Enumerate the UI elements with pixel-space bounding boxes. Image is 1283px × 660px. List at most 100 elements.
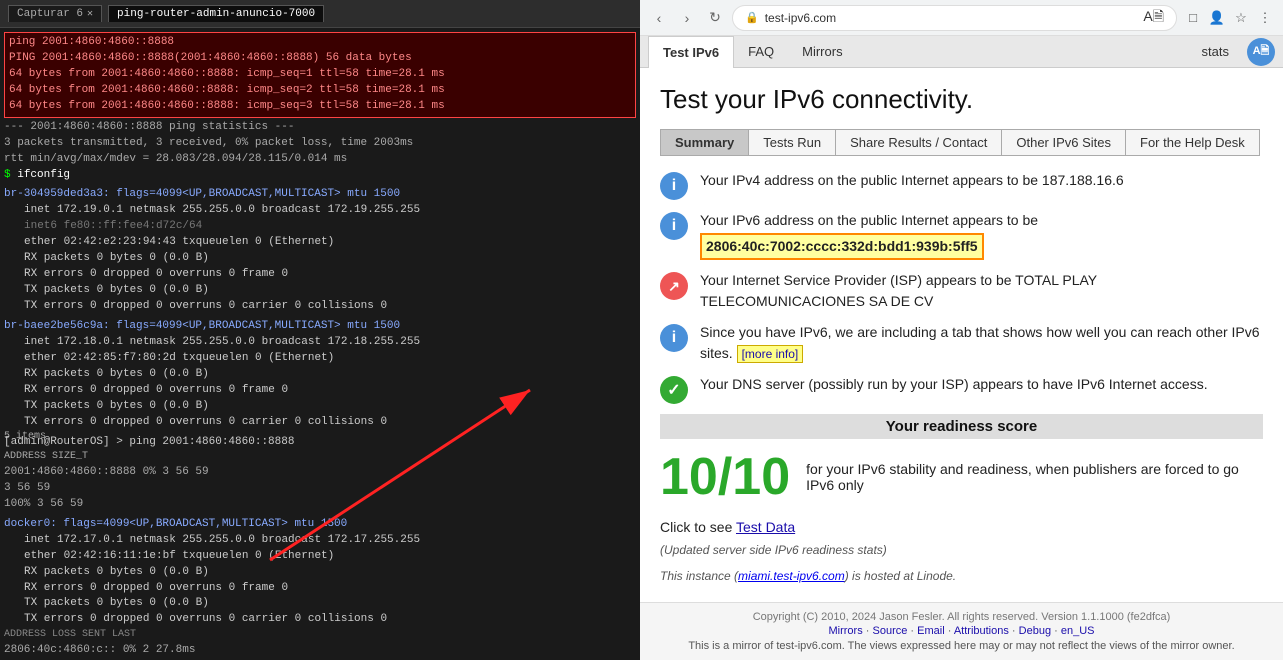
content-tab-share[interactable]: Share Results / Contact <box>836 130 1002 155</box>
readiness-header: Your readiness score <box>660 414 1263 439</box>
table-header: ADDRESS SIZE_T <box>4 450 636 465</box>
info-text-ipv4: Your IPv4 address on the public Internet… <box>700 170 1124 191</box>
content-tab-summary[interactable]: Summary <box>661 130 749 155</box>
table-row-3: 100% 3 56 59 <box>4 497 636 513</box>
info-item-isp: ↗ Your Internet Service Provider (ISP) a… <box>660 270 1263 312</box>
footer-copyright: Copyright (C) 2010, 2024 Jason Fesler. A… <box>652 611 1271 623</box>
loss-table-header: ADDRESS LOSS SENT LAST <box>4 628 636 643</box>
browser-pane: ‹ › ↻ 🔒 test-ipv6.com A🗎 □ 👤 ☆ ⋮ Test IP… <box>640 0 1283 660</box>
iface-docker0-rxerr: RX errors 0 dropped 0 overruns 0 frame 0 <box>4 581 636 597</box>
browser-toolbar: □ 👤 ☆ ⋮ <box>1183 8 1275 28</box>
ping-block: ping 2001:4860:4860::8888 PING 2001:4860… <box>4 32 636 118</box>
test-data-line: Click to see Test Data <box>660 519 1263 535</box>
ping-reply-1: 64 bytes from 2001:4860:4860::8888: icmp… <box>9 67 631 83</box>
packets-line: 3 packets transmitted, 3 received, 0% pa… <box>4 136 636 152</box>
terminal-tab-ping[interactable]: ping-router-admin-anuncio-7000 <box>108 5 324 22</box>
footer-mirror-note: This is a mirror of test-ipv6.com. The v… <box>652 640 1271 652</box>
table-row-1: 2001:4860:4860::8888 0% 3 56 59 <box>4 465 636 481</box>
miami-link[interactable]: miami.test-ipv6.com <box>738 569 845 583</box>
iface-br1-tx: TX packets 0 bytes 0 (0.0 B) <box>4 283 636 299</box>
readiness-score: 10/10 <box>660 447 790 507</box>
info-text-dns: Your DNS server (possibly run by your IS… <box>700 374 1208 395</box>
iface-br1-rx: RX packets 0 bytes 0 (0.0 B) <box>4 251 636 267</box>
iface-docker0-name: docker0: flags=4099<UP,BROADCAST,MULTICA… <box>4 517 636 533</box>
site-nav-tab-ipv6[interactable]: Test IPv6 <box>648 36 734 68</box>
translate-button[interactable]: A🗎 <box>1247 38 1275 66</box>
footer-lang-link[interactable]: en_US <box>1061 625 1095 637</box>
footer-source-link[interactable]: Source <box>873 625 908 637</box>
iface-br1-rxerr: RX errors 0 dropped 0 overruns 0 frame 0 <box>4 267 636 283</box>
iface-br1-name: br-304959ded3a3: flags=4099<UP,BROADCAST… <box>4 187 636 203</box>
translate-icon[interactable]: A🗎 <box>1143 6 1164 30</box>
iface-br1-txerr: TX errors 0 dropped 0 overruns 0 carrier… <box>4 299 636 315</box>
reload-button[interactable]: ↻ <box>704 7 726 29</box>
info-icon-ipv6: i <box>660 212 688 240</box>
back-button[interactable]: ‹ <box>648 7 670 29</box>
footer-email-link[interactable]: Email <box>917 625 945 637</box>
iface-docker0-tx: TX packets 0 bytes 0 (0.0 B) <box>4 596 636 612</box>
ping-reply-3: 64 bytes from 2001:4860:4860::8888: icmp… <box>9 99 631 115</box>
browser-chrome: ‹ › ↻ 🔒 test-ipv6.com A🗎 □ 👤 ☆ ⋮ <box>640 0 1283 36</box>
extensions-icon[interactable]: □ <box>1183 8 1203 28</box>
iface-docker0-inet: inet 172.17.0.1 netmask 255.255.0.0 broa… <box>4 533 636 549</box>
terminal-tab-capturar[interactable]: Capturar 6 ✕ <box>8 5 102 22</box>
ping-cmd-line: ping 2001:4860:4860::8888 <box>9 35 631 51</box>
site-nav-stats[interactable]: stats <box>1188 40 1243 63</box>
iface-docker0-txerr: TX errors 0 dropped 0 overruns 0 carrier… <box>4 612 636 628</box>
info-item-dns: ✓ Your DNS server (possibly run by your … <box>660 374 1263 404</box>
content-tab-other[interactable]: Other IPv6 Sites <box>1002 130 1126 155</box>
menu-icon[interactable]: ⋮ <box>1255 8 1275 28</box>
star-icon[interactable]: ☆ <box>1231 8 1251 28</box>
footer-debug-link[interactable]: Debug <box>1019 625 1051 637</box>
info-icon-dns: ✓ <box>660 376 688 404</box>
routeros-cmd: [admin@RouterOS] > ping 2001:4860:4860::… <box>4 435 636 451</box>
info-item-ipv4: i Your IPv4 address on the public Intern… <box>660 170 1263 200</box>
info-text-isp: Your Internet Service Provider (ISP) app… <box>700 270 1263 312</box>
ping-reply-2: 64 bytes from 2001:4860:4860::8888: icmp… <box>9 83 631 99</box>
footer-links: Mirrors · Source · Email · Attributions … <box>652 625 1271 637</box>
readiness-body: 10/10 for your IPv6 stability and readin… <box>660 447 1263 507</box>
iface-br1-ether: ether 02:42:e2:23:94:43 txqueuelen 0 (Et… <box>4 235 636 251</box>
more-info-link[interactable]: [more info] <box>737 345 804 363</box>
terminal-top-bar: Capturar 6 ✕ ping-router-admin-anuncio-7… <box>0 0 640 28</box>
address-bar[interactable]: 🔒 test-ipv6.com A🗎 <box>732 5 1177 31</box>
info-item-ipv6: i Your IPv6 address on the public Intern… <box>660 210 1263 260</box>
stats-header: --- 2001:4860:4860::8888 ping statistics… <box>4 120 636 136</box>
test-data-link[interactable]: Test Data <box>736 519 795 535</box>
rtt-line: rtt min/avg/max/mdev = 28.083/28.094/28.… <box>4 152 636 168</box>
hosted-line: This instance (miami.test-ipv6.com) is h… <box>660 569 1263 583</box>
lock-icon: 🔒 <box>745 11 759 24</box>
footer-attributions-link[interactable]: Attributions <box>954 625 1009 637</box>
info-text-ipv6: Your IPv6 address on the public Internet… <box>700 210 1038 260</box>
profile-icon[interactable]: 👤 <box>1207 8 1227 28</box>
loss-row-1: 2806:40c:4860:c:: 0% 2 27.8ms <box>4 643 636 659</box>
site-nav: Test IPv6 FAQ Mirrors stats A🗎 <box>640 36 1283 68</box>
info-icon-isp: ↗ <box>660 272 688 300</box>
iface-br1-inet6: inet6 fe80::ff:fee4:d72c/64 <box>4 219 636 235</box>
info-icon-ipv4: i <box>660 172 688 200</box>
table-row-2: 3 56 59 <box>4 481 636 497</box>
iface-br2-inet: inet 172.18.0.1 netmask 255.255.0.0 broa… <box>4 335 636 351</box>
content-tabs: Summary Tests Run Share Results / Contac… <box>660 129 1260 156</box>
info-icon-tab: i <box>660 324 688 352</box>
page-title: Test your IPv6 connectivity. <box>660 84 1263 115</box>
iface-docker0-rx: RX packets 0 bytes 0 (0.0 B) <box>4 565 636 581</box>
iface-br2-ether: ether 02:42:85:f7:80:2d txqueuelen 0 (Et… <box>4 351 636 367</box>
iface-br2-name: br-baee2be56c9a: flags=4099<UP,BROADCAST… <box>4 319 636 335</box>
content-tab-helpdesk[interactable]: For the Help Desk <box>1126 130 1259 155</box>
prompt-line: $ ifconfig <box>4 168 636 184</box>
site-nav-tab-mirrors[interactable]: Mirrors <box>788 36 856 68</box>
footer-mirrors-link[interactable]: Mirrors <box>829 625 863 637</box>
forward-button[interactable]: › <box>676 7 698 29</box>
url-text: test-ipv6.com <box>765 11 1138 25</box>
content-tab-tests-run[interactable]: Tests Run <box>749 130 836 155</box>
info-text-tab: Since you have IPv6, we are including a … <box>700 322 1263 364</box>
site-nav-tab-faq[interactable]: FAQ <box>734 36 788 68</box>
iface-docker0-ether: ether 02:42:16:11:1e:bf txqueuelen 0 (Et… <box>4 549 636 565</box>
terminal-content: ping 2001:4860:4860::8888 PING 2001:4860… <box>0 28 640 660</box>
terminal-pane: Capturar 6 ✕ ping-router-admin-anuncio-7… <box>0 0 640 660</box>
close-tab-icon[interactable]: ✕ <box>87 8 93 20</box>
updated-line: (Updated server side IPv6 readiness stat… <box>660 543 1263 557</box>
iface-br2-txerr: TX errors 0 dropped 0 overruns 0 carrier… <box>4 415 636 431</box>
iface-br2-tx: TX packets 0 bytes 0 (0.0 B) <box>4 399 636 415</box>
